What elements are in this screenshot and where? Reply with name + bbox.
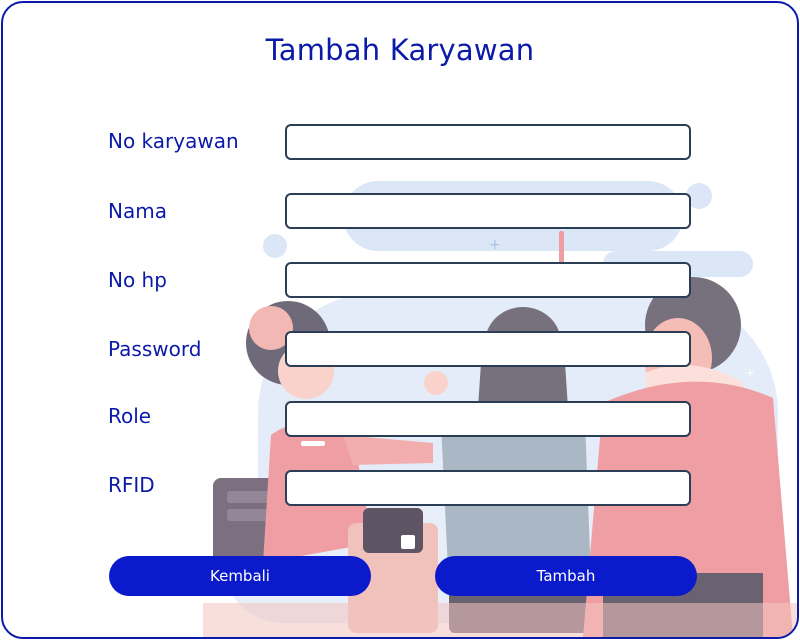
page-title: Tambah Karyawan: [265, 33, 535, 67]
no-hp-input[interactable]: [285, 262, 691, 298]
svg-text:+: +: [745, 366, 755, 380]
svg-text:+: +: [349, 248, 359, 262]
no-karyawan-input[interactable]: [285, 124, 691, 160]
label-no-hp: No hp: [108, 268, 167, 292]
role-input[interactable]: [285, 401, 691, 437]
team-illustration: + + +: [203, 181, 797, 637]
label-password: Password: [108, 337, 202, 361]
label-rfid: RFID: [108, 473, 155, 497]
password-input[interactable]: [285, 331, 691, 367]
label-no-karyawan: No karyawan: [108, 129, 239, 153]
label-nama: Nama: [108, 199, 167, 223]
add-button[interactable]: Tambah: [435, 556, 697, 596]
label-role: Role: [108, 404, 152, 428]
add-employee-card: + + + Tambah Karyawan No karyawan Nama N…: [1, 1, 799, 639]
back-button[interactable]: Kembali: [109, 556, 371, 596]
nama-input[interactable]: [285, 193, 691, 229]
svg-text:+: +: [489, 237, 501, 253]
rfid-input[interactable]: [285, 470, 691, 506]
